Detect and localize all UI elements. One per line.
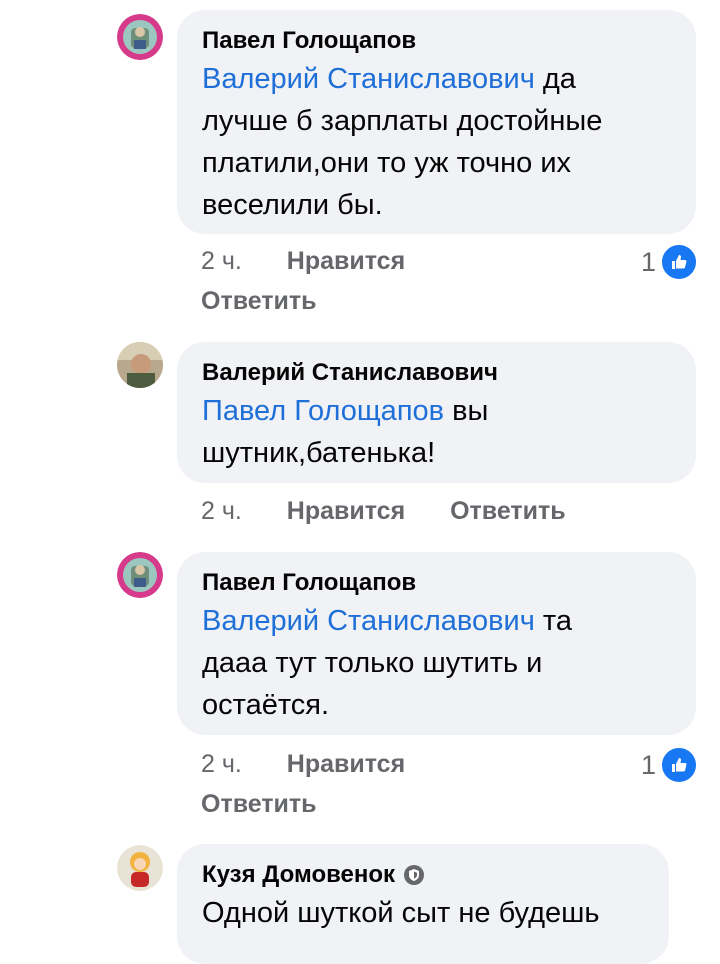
comment-text: Одной шуткой сыт не будешь [202, 897, 600, 929]
comment-author[interactable]: Валерий Станиславович [202, 358, 498, 388]
comment-actions: 2 ч. Нравится Ответить [201, 748, 443, 820]
reaction-count: 1 [640, 246, 656, 277]
comment-item: Кузя Домовенок Одной шуткой сыт не будеш… [0, 840, 720, 964]
comment-actions: 2 ч. Нравится Ответить [201, 245, 443, 317]
mention-link[interactable]: Павел Голощапов [202, 395, 444, 427]
comment-author[interactable]: Павел Голощапов [202, 568, 416, 598]
avatar[interactable] [117, 552, 163, 598]
comment-item: Павел Голощапов Валерий Станиславович та… [0, 540, 720, 840]
avatar[interactable] [117, 14, 163, 60]
avatar[interactable] [117, 845, 163, 891]
reaction-count: 1 [640, 749, 656, 780]
reply-button[interactable]: Ответить [450, 497, 566, 525]
comment-time[interactable]: 2 ч. [201, 497, 242, 525]
comment-time[interactable]: 2 ч. [201, 247, 242, 275]
comment-bubble: Павел Голощапов Валерий Станиславович да… [177, 10, 696, 234]
like-icon [660, 746, 698, 784]
comment-item: Валерий Станиславович Павел Голощапов вы… [0, 330, 720, 540]
comment-bubble: Валерий Станиславович Павел Голощапов вы… [177, 342, 696, 483]
like-button[interactable]: Нравится [287, 247, 405, 275]
comment-text: Павел Голощапов вы шутник,батенька! [202, 395, 489, 469]
like-icon [660, 243, 698, 281]
comment-text: Валерий Станиславович та дааа тут только … [202, 605, 572, 721]
like-button[interactable]: Нравится [287, 750, 405, 778]
comment-author[interactable]: Павел Голощапов [202, 26, 416, 56]
like-button[interactable]: Нравится [287, 497, 405, 525]
comment-text: Валерий Станиславович да лучше б зарплаты… [202, 63, 603, 221]
mention-link[interactable]: Валерий Станиславович [202, 63, 535, 95]
reply-button[interactable]: Ответить [201, 287, 317, 315]
comment-author[interactable]: Кузя Домовенок [202, 860, 425, 890]
avatar[interactable] [117, 342, 163, 388]
comment-bubble: Кузя Домовенок Одной шуткой сыт не будеш… [177, 844, 669, 964]
reply-button[interactable]: Ответить [201, 790, 317, 818]
reaction-summary[interactable]: 1 [641, 746, 698, 784]
shield-badge-icon [403, 864, 425, 886]
reaction-summary[interactable]: 1 [641, 243, 698, 281]
comment-item: Павел Голощапов Валерий Станиславович да… [0, 0, 720, 330]
mention-link[interactable]: Валерий Станиславович [202, 605, 535, 637]
comment-time[interactable]: 2 ч. [201, 750, 242, 778]
comment-bubble: Павел Голощапов Валерий Станиславович та… [177, 552, 696, 735]
comment-actions: 2 ч. Нравится Ответить [201, 495, 604, 527]
